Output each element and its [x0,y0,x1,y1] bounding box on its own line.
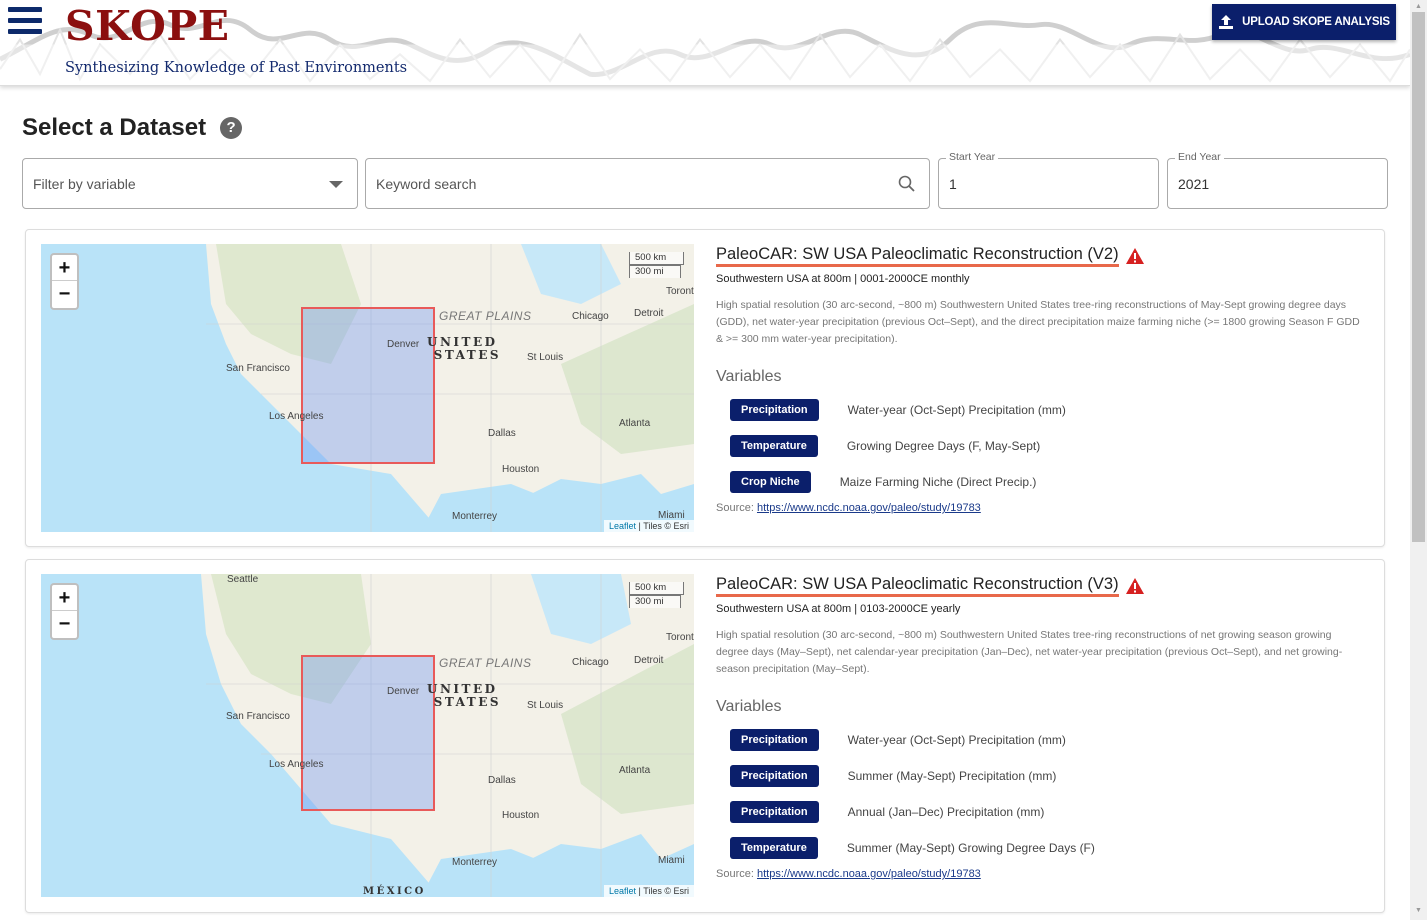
map-zoom-control[interactable]: + − [50,253,79,310]
source-label: Source: [716,502,754,514]
variable-row: Precipitation Annual (Jan–Dec) Precipita… [716,794,1366,830]
variable-chip[interactable]: Precipitation [730,765,819,787]
map-tiles[interactable] [41,244,694,532]
leaflet-link[interactable]: Leaflet [609,521,636,531]
map-zoom-control[interactable]: + − [50,583,79,640]
zoom-out-button[interactable]: − [52,611,77,637]
upload-analysis-button[interactable]: UPLOAD SKOPE ANALYSIS [1212,4,1396,40]
variable-row: Temperature Growing Degree Days (F, May-… [716,428,1366,464]
dataset-description: High spatial resolution (30 arc-second, … [716,299,1360,345]
variable-label: Water-year (Oct-Sept) Precipitation (mm) [847,733,1066,747]
leaflet-link[interactable]: Leaflet [609,886,636,896]
dataset-description: High spatial resolution (30 arc-second, … [716,629,1343,675]
app-tagline: Synthesizing Knowledge of Past Environme… [65,60,408,76]
map-scale: 500 km 300 mi [629,252,684,278]
scroll-down-arrow-icon[interactable]: ▼ [1410,906,1427,916]
variable-chip[interactable]: Temperature [730,837,818,859]
variable-label: Maize Farming Niche (Direct Precip.) [839,475,1037,489]
help-icon[interactable]: ? [220,117,243,139]
scale-mi: 300 mi [629,595,681,608]
map-attribution: Leaflet | Tiles © Esri [603,520,694,532]
variable-chip[interactable]: Precipitation [730,399,819,421]
variable-filter-placeholder: Filter by variable [33,175,136,192]
dataset-source: Source: https://www.ncdc.noaa.gov/paleo/… [716,868,1366,880]
scroll-up-arrow-icon[interactable]: ▲ [1410,2,1427,12]
variable-label: Annual (Jan–Dec) Precipitation (mm) [847,805,1045,819]
warning-icon[interactable] [1125,577,1145,595]
end-year-label: End Year [1175,151,1224,163]
app-header: SKOPE Synthesizing Knowledge of Past Env… [0,0,1410,86]
variable-filter-select[interactable]: Filter by variable [22,158,358,209]
variable-row: Crop Niche Maize Farming Niche (Direct P… [716,464,1366,500]
dataset-title[interactable]: PaleoCAR: SW USA Paleoclimatic Reconstru… [716,574,1119,597]
zoom-in-button[interactable]: + [52,585,77,611]
dataset-source: Source: https://www.ncdc.noaa.gov/paleo/… [716,502,1366,514]
start-year-field[interactable]: Start Year 1 [938,151,1159,209]
variables-heading: Variables [716,368,782,385]
scale-km: 500 km [629,252,684,265]
upload-button-label: UPLOAD SKOPE ANALYSIS [1242,16,1390,28]
variable-chip[interactable]: Precipitation [730,801,819,823]
map-scale: 500 km 300 mi [629,582,684,608]
source-link[interactable]: https://www.ncdc.noaa.gov/paleo/study/19… [757,868,981,880]
menu-icon[interactable] [8,7,42,37]
keyword-search-placeholder: Keyword search [376,175,477,192]
dataset-info: PaleoCAR: SW USA Paleoclimatic Reconstru… [716,574,1366,880]
variable-chip[interactable]: Precipitation [730,729,819,751]
map-tiles[interactable] [41,574,694,897]
variable-label: Growing Degree Days (F, May-Sept) [846,439,1041,453]
variable-label: Summer (May-Sept) Precipitation (mm) [847,769,1057,783]
map-attribution: Leaflet | Tiles © Esri [603,885,694,897]
warning-icon[interactable] [1125,247,1145,265]
source-link[interactable]: https://www.ncdc.noaa.gov/paleo/study/19… [757,502,981,514]
dataset-subtitle: Southwestern USA at 800m | 0001-2000CE m… [716,273,970,285]
zoom-in-button[interactable]: + [52,255,77,281]
variable-row: Temperature Summer (May-Sept) Growing De… [716,830,1366,866]
dataset-title[interactable]: PaleoCAR: SW USA Paleoclimatic Reconstru… [716,244,1119,267]
variable-row: Precipitation Summer (May-Sept) Precipit… [716,758,1366,794]
page-scrollbar[interactable]: ▲ ▼ [1410,0,1427,920]
page-title-row: Select a Dataset ? [22,114,243,142]
start-year-value: 1 [949,175,957,192]
variable-row: Precipitation Water-year (Oct-Sept) Prec… [716,722,1366,758]
start-year-label: Start Year [946,151,999,163]
zoom-out-button[interactable]: − [52,281,77,307]
variables-heading: Variables [716,698,782,715]
variable-chip[interactable]: Temperature [730,435,818,457]
end-year-value: 2021 [1178,175,1210,192]
dataset-card[interactable]: Seattle San Francisco Los Angeles Denver… [25,559,1385,913]
variable-label: Summer (May-Sept) Growing Degree Days (F… [846,841,1095,855]
upload-icon [1219,15,1234,29]
dataset-info: PaleoCAR: SW USA Paleoclimatic Reconstru… [716,244,1366,514]
scale-km: 500 km [629,582,684,595]
dataset-map[interactable]: San Francisco Los Angeles Denver UNITED … [41,244,694,532]
variable-row: Precipitation Water-year (Oct-Sept) Prec… [716,392,1366,428]
chevron-down-icon [329,181,343,188]
source-label: Source: [716,868,754,880]
dataset-bounds-rect[interactable] [301,655,435,811]
page-title: Select a Dataset [22,114,207,141]
dataset-subtitle: Southwestern USA at 800m | 0103-2000CE y… [716,603,961,615]
search-icon[interactable] [897,174,917,194]
scroll-thumb[interactable] [1412,12,1425,542]
tiles-attribution: | Tiles © Esri [638,521,689,531]
tiles-attribution: | Tiles © Esri [638,886,689,896]
keyword-search-input[interactable]: Keyword search [365,158,930,209]
variable-chip[interactable]: Crop Niche [730,471,811,493]
dataset-card[interactable]: San Francisco Los Angeles Denver UNITED … [25,229,1385,547]
scale-mi: 300 mi [629,265,681,278]
dataset-map[interactable]: Seattle San Francisco Los Angeles Denver… [41,574,694,897]
dataset-bounds-rect[interactable] [301,307,435,464]
variable-label: Water-year (Oct-Sept) Precipitation (mm) [847,403,1066,417]
end-year-field[interactable]: End Year 2021 [1167,151,1388,209]
app-logo[interactable]: SKOPE [65,2,229,50]
